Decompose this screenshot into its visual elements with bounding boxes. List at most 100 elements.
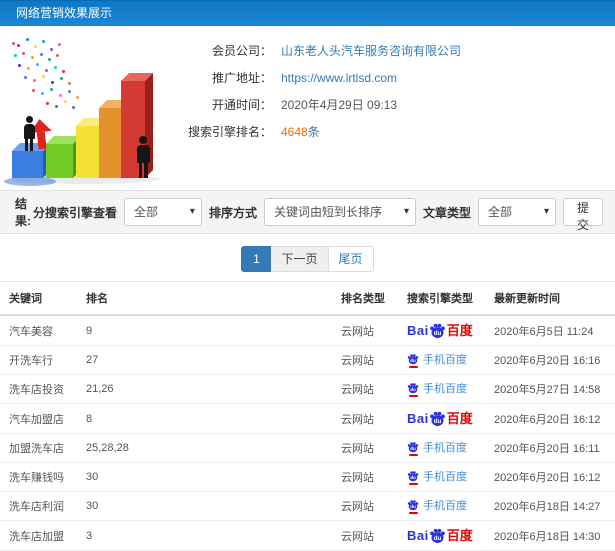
rank-count-value: 4648条 bbox=[281, 124, 320, 141]
sort-select-wrap: 关键词由短到长排序 bbox=[263, 198, 416, 226]
baidu-logo-bai-text: Bai bbox=[407, 411, 429, 426]
rank-cell[interactable]: 3 bbox=[82, 520, 337, 551]
engine-cell: Bai du 百度 bbox=[403, 403, 490, 434]
engine-filter-select[interactable]: 全部 bbox=[123, 198, 202, 226]
svg-text:du: du bbox=[410, 387, 416, 392]
sort-select[interactable]: 关键词由短到长排序 bbox=[263, 198, 416, 226]
rank-type-cell: 云网站 bbox=[337, 462, 403, 492]
rank-type-cell: 云网站 bbox=[337, 345, 403, 375]
table-row: 洗车店投资 21,26 云网站 du 手机百度 2020年5月27日 14:58 bbox=[0, 374, 615, 404]
baidu-logo-cn-text: 百度 bbox=[446, 411, 473, 426]
baidu-logo: Bai du 百度 bbox=[407, 527, 473, 544]
company-name-link[interactable]: 山东老人头汽车服务咨询有限公司 bbox=[281, 43, 461, 60]
updated-cell: 2020年6月20日 16:12 bbox=[490, 403, 615, 434]
header-engine-type: 搜索引擎类型 bbox=[403, 281, 490, 316]
rank-cell[interactable]: 30 bbox=[82, 462, 337, 492]
page-button-current[interactable]: 1 bbox=[241, 246, 272, 272]
keyword-cell: 洗车赚钱吗 bbox=[0, 462, 82, 492]
rank-type-cell: 云网站 bbox=[337, 520, 403, 551]
rank-count-number: 4648 bbox=[281, 125, 308, 139]
keyword-cell: 加盟洗车店 bbox=[0, 433, 82, 463]
header-rank-type: 排名类型 bbox=[337, 281, 403, 316]
article-type-select[interactable]: 全部 bbox=[477, 198, 556, 226]
svg-text:du: du bbox=[410, 475, 416, 480]
baidu-logo-cn-text: 百度 bbox=[446, 528, 473, 543]
table-row: 加盟洗车店 25,28,28 云网站 du 手机百度 2020年6月20日 16… bbox=[0, 433, 615, 463]
engine-cell: du 手机百度 bbox=[403, 462, 490, 492]
table-header-row: 关键词 排名 排名类型 搜索引擎类型 最新更新时间 bbox=[0, 281, 615, 316]
bar-blue bbox=[12, 143, 51, 178]
keyword-cell: 洗车店投资 bbox=[0, 374, 82, 404]
rank-cell[interactable]: 8 bbox=[82, 403, 337, 434]
table-row: 洗车店利润 30 云网站 du 手机百度 2020年6月18日 14:27 bbox=[0, 491, 615, 521]
engine-cell: du 手机百度 bbox=[403, 491, 490, 521]
submit-button[interactable]: 提交 bbox=[562, 198, 603, 232]
mobile-baidu-underline-decor bbox=[408, 394, 418, 397]
rank-cell[interactable]: 21,26 bbox=[82, 374, 337, 404]
svg-text:du: du bbox=[433, 330, 441, 337]
rank-type-cell: 云网站 bbox=[337, 491, 403, 521]
keyword-cell: 开洗车行 bbox=[0, 345, 82, 375]
page-title: 网络营销效果展示 bbox=[16, 6, 113, 20]
promo-url-link[interactable]: https://www.lrtlsd.com bbox=[281, 70, 397, 87]
mobile-baidu-underline-decor bbox=[408, 453, 418, 456]
mobile-baidu-logo: du 手机百度 bbox=[407, 382, 467, 397]
header-updated: 最新更新时间 bbox=[490, 281, 615, 316]
mobile-baidu-label: 手机百度 bbox=[423, 499, 467, 512]
engine-filter-select-wrap: 全部 bbox=[123, 198, 202, 226]
sort-label: 排序方式 bbox=[208, 205, 257, 220]
rank-count-unit: 条 bbox=[307, 125, 320, 139]
article-type-label: 文章类型 bbox=[422, 205, 471, 220]
result-label: 结果: bbox=[15, 197, 31, 228]
baidu-paw-icon: du bbox=[407, 382, 419, 393]
rank-cell[interactable]: 30 bbox=[82, 491, 337, 521]
confetti-dots-decor bbox=[12, 42, 15, 45]
svg-text:du: du bbox=[433, 418, 441, 425]
keyword-rank-table: 关键词 排名 排名类型 搜索引擎类型 最新更新时间 汽车美容 9 云网站 Bai… bbox=[0, 281, 615, 551]
baidu-logo: Bai du 百度 bbox=[407, 322, 473, 339]
rank-cell[interactable]: 27 bbox=[82, 345, 337, 375]
baidu-paw-icon: du bbox=[429, 323, 445, 338]
engine-cell: du 手机百度 bbox=[403, 345, 490, 375]
mobile-baidu-paw-badge: du bbox=[407, 353, 419, 368]
filter-controls: 分搜索引擎查看 全部 排序方式 关键词由短到长排序 文章类型 全部 提交 bbox=[33, 198, 603, 232]
keyword-cell: 洗车店加盟 bbox=[0, 520, 82, 551]
open-time-value: 2020年4月29日 09:13 bbox=[281, 98, 398, 112]
svg-text:du: du bbox=[410, 504, 416, 509]
bar-chart-illustration bbox=[0, 30, 182, 190]
last-page-button[interactable]: 尾页 bbox=[327, 246, 374, 272]
open-time-label: 开通时间： bbox=[211, 98, 272, 112]
bar-green bbox=[46, 136, 81, 178]
updated-cell: 2020年6月20日 16:12 bbox=[490, 462, 615, 492]
keyword-cell: 汽车美容 bbox=[0, 315, 82, 346]
rank-cell[interactable]: 9 bbox=[82, 315, 337, 346]
company-label: 会员公司： bbox=[211, 44, 272, 58]
updated-cell: 2020年6月18日 14:30 bbox=[490, 520, 615, 551]
info-row-rank-count: 搜索引擎排名： 4648条 bbox=[182, 124, 461, 141]
rank-type-cell: 云网站 bbox=[337, 374, 403, 404]
page-title-bar: 网络营销效果展示 bbox=[0, 0, 615, 26]
baidu-logo-cn-text: 百度 bbox=[446, 323, 473, 338]
mobile-baidu-paw-badge: du bbox=[407, 499, 419, 514]
header-keyword: 关键词 bbox=[0, 281, 82, 316]
mobile-baidu-paw-badge: du bbox=[407, 441, 419, 456]
updated-cell: 2020年6月18日 14:27 bbox=[490, 491, 615, 521]
rank-cell[interactable]: 25,28,28 bbox=[82, 433, 337, 463]
rank-type-cell: 云网站 bbox=[337, 433, 403, 463]
mobile-baidu-underline-decor bbox=[408, 365, 418, 368]
table-row: 洗车店加盟 3 云网站 Bai du 百度 2020年6月18日 14:30 bbox=[0, 520, 615, 551]
mobile-baidu-logo: du 手机百度 bbox=[407, 441, 467, 456]
baidu-paw-icon: du bbox=[407, 470, 419, 481]
table-row: 洗车赚钱吗 30 云网站 du 手机百度 2020年6月20日 16:12 bbox=[0, 462, 615, 492]
next-page-button[interactable]: 下一页 bbox=[270, 246, 329, 272]
svg-text:du: du bbox=[433, 535, 441, 542]
mobile-baidu-underline-decor bbox=[408, 511, 418, 514]
mobile-baidu-logo: du 手机百度 bbox=[407, 499, 467, 514]
mobile-baidu-paw-badge: du bbox=[407, 470, 419, 485]
baidu-paw-icon: du bbox=[429, 528, 445, 543]
info-row-url: 推广地址： https://www.lrtlsd.com bbox=[182, 70, 461, 87]
baidu-logo-bai-text: Bai bbox=[407, 528, 429, 543]
baidu-logo: Bai du 百度 bbox=[407, 410, 473, 427]
svg-text:du: du bbox=[410, 358, 416, 363]
engine-cell: du 手机百度 bbox=[403, 374, 490, 404]
